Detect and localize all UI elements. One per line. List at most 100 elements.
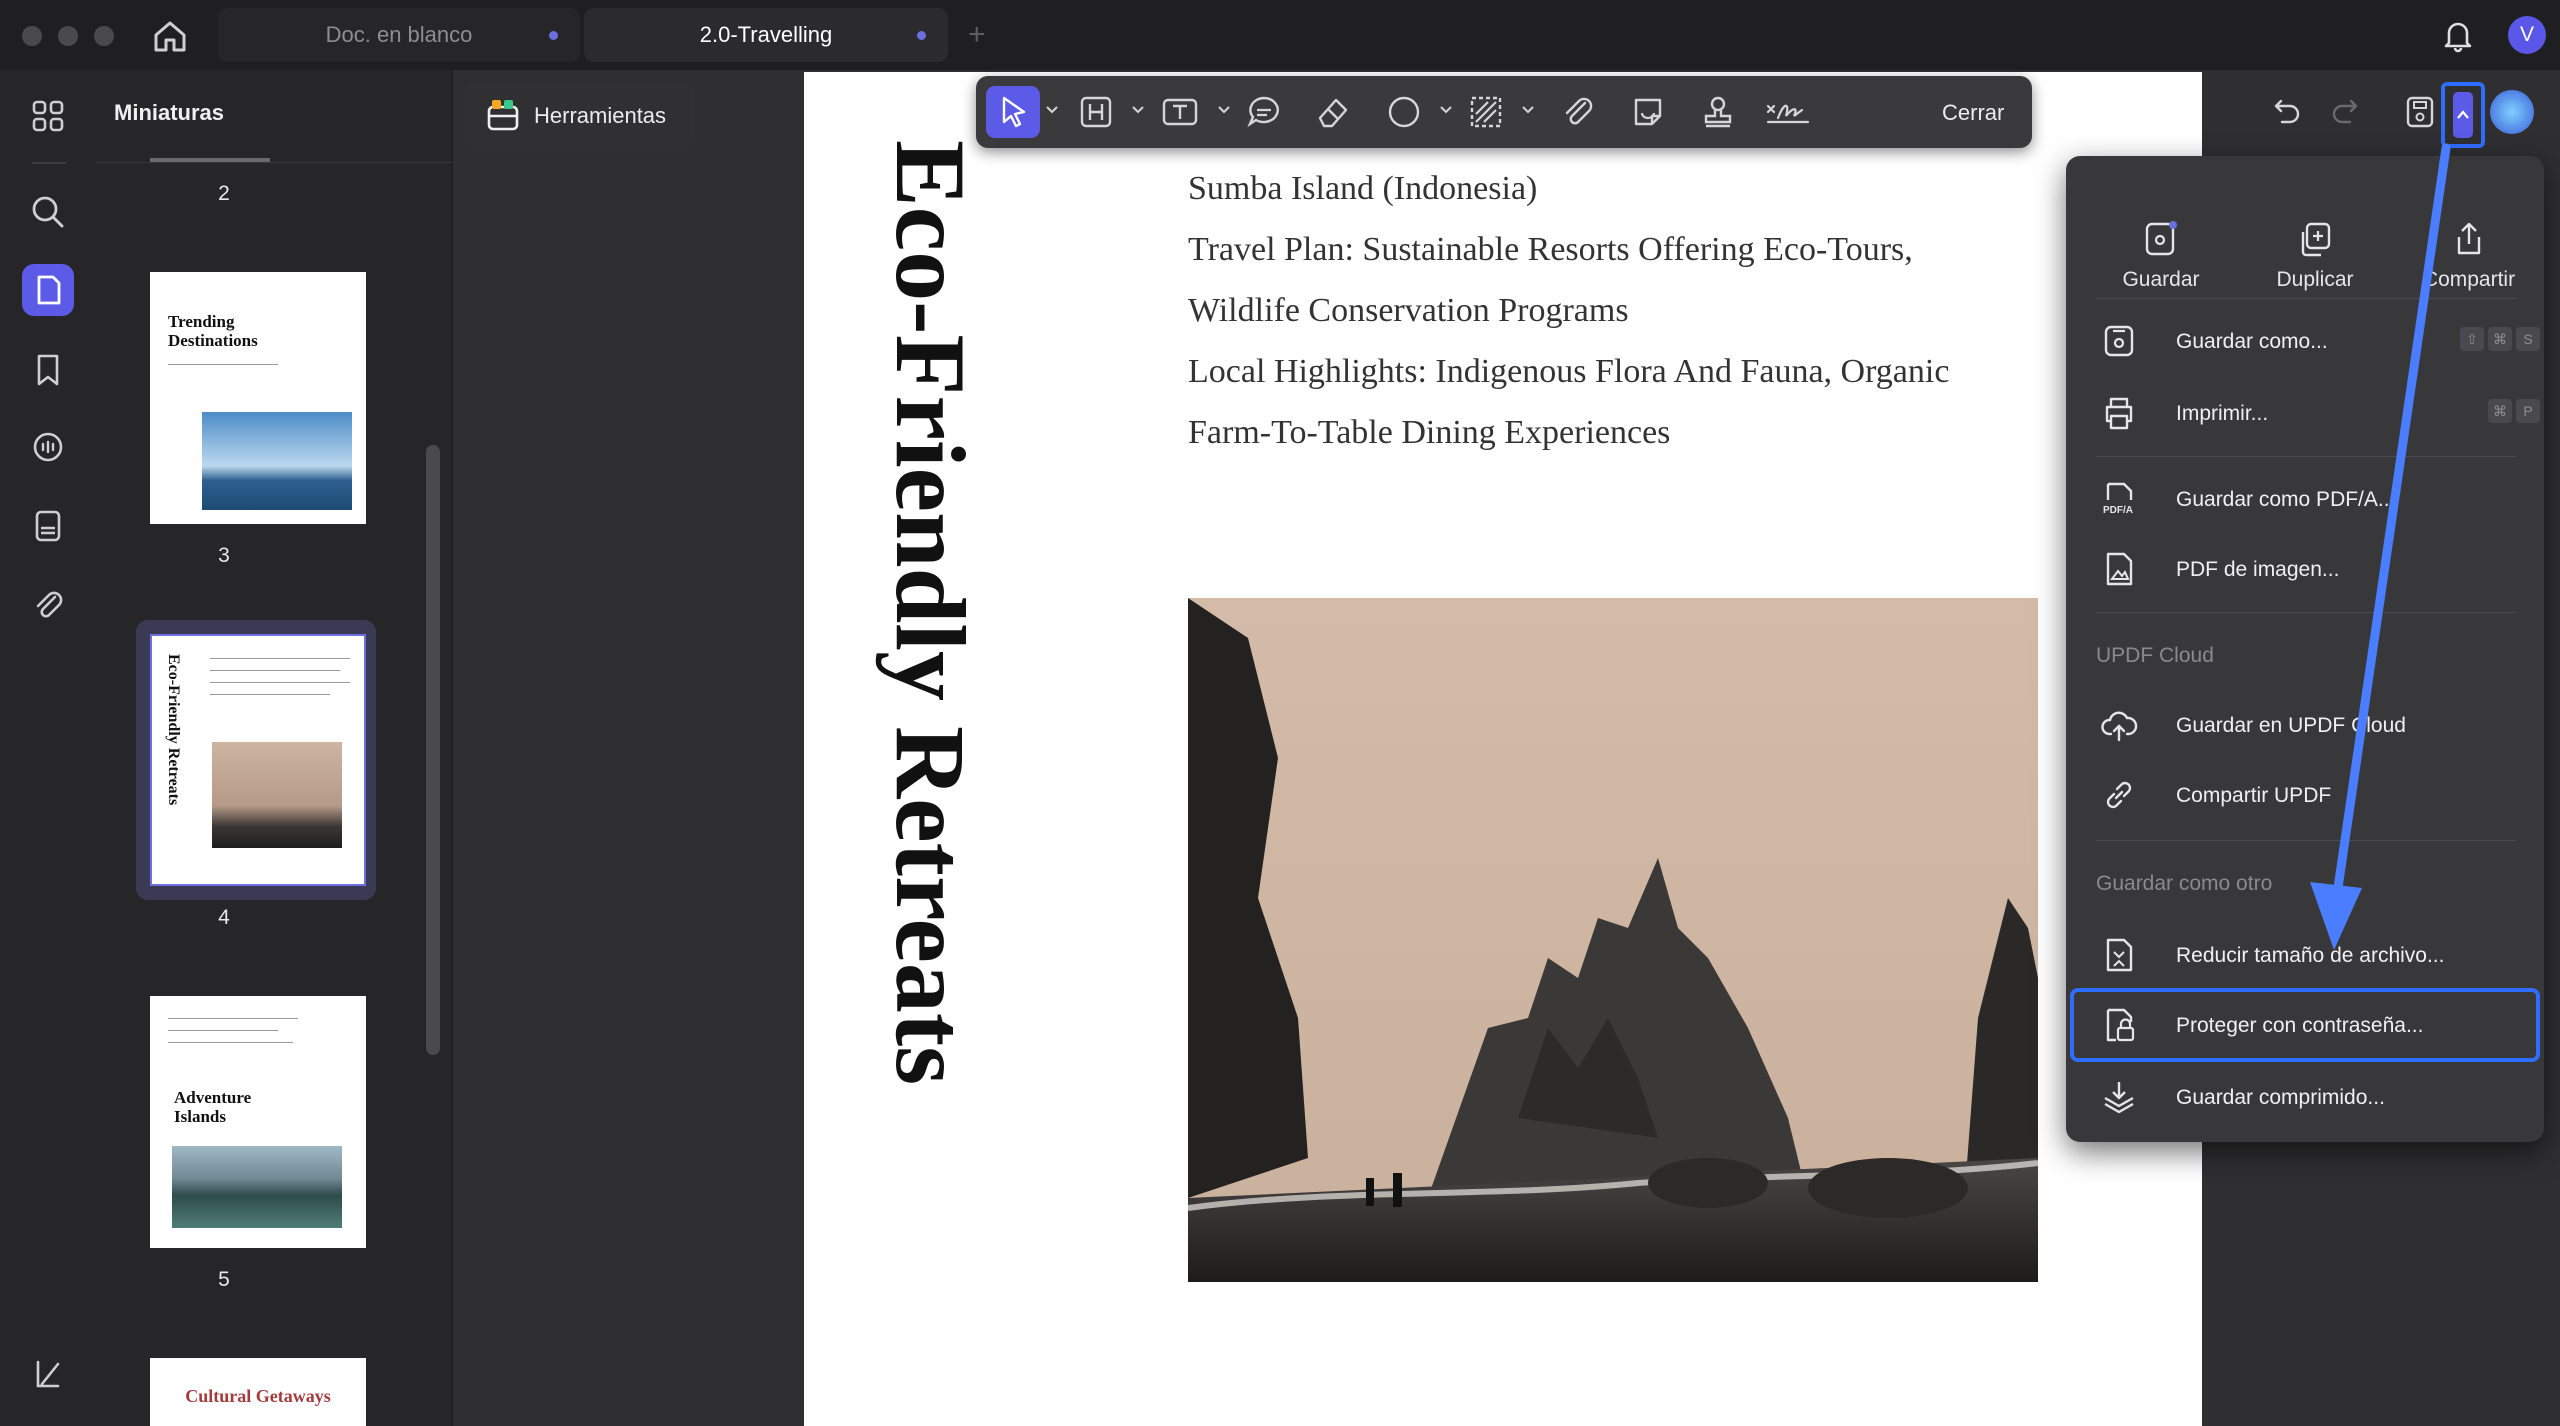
page-3-thumbnail[interactable]: Trending Destinations xyxy=(150,272,366,524)
menu-item-password-protect[interactable]: Proteger con contraseña... xyxy=(2070,988,2540,1062)
menu-item-label: Compartir UPDF xyxy=(2176,784,2332,807)
panel-title: Miniaturas xyxy=(114,100,225,125)
ai-assistant-icon[interactable] xyxy=(2490,90,2534,134)
zip-icon xyxy=(2104,1082,2134,1114)
menu-item-save-cloud[interactable]: Guardar en UPDF Cloud xyxy=(2090,694,2520,756)
highlight-icon[interactable] xyxy=(1076,92,1116,132)
bookmark-icon[interactable] xyxy=(28,350,68,390)
thumb-photo xyxy=(202,412,352,510)
text-box-icon[interactable] xyxy=(1160,92,1200,132)
page-icon xyxy=(37,275,61,305)
comment-icon[interactable] xyxy=(1244,92,1284,132)
thumb-photo xyxy=(212,742,342,848)
shape-circle-icon[interactable] xyxy=(1384,92,1424,132)
annotation-toolbar: Cerrar xyxy=(976,76,2032,148)
menu-item-save-compressed[interactable]: Guardar comprimido... xyxy=(2090,1066,2520,1128)
menu-item-label: Proteger con contraseña... xyxy=(2176,1014,2424,1037)
text-line: Wildlife Conservation Programs xyxy=(1188,292,1629,329)
page-5-thumbnail[interactable]: Adventure Islands xyxy=(150,996,366,1248)
eraser-icon[interactable] xyxy=(1312,92,1352,132)
menu-top-label: Duplicar xyxy=(2276,268,2354,291)
menu-item-reduce-size[interactable]: Reducir tamaño de archivo... xyxy=(2090,924,2520,986)
undo-icon[interactable] xyxy=(2264,92,2304,132)
page-4-thumbnail[interactable]: Eco-Friendly Retreats xyxy=(150,634,366,886)
comment-icon[interactable] xyxy=(28,428,68,468)
thumb-title: Cultural Getaways xyxy=(185,1386,331,1406)
menu-item-save-pdfa[interactable]: PDF/A Guardar como PDF/A... xyxy=(2090,468,2520,530)
link-icon xyxy=(2106,781,2132,809)
thumb-text-line xyxy=(210,658,350,659)
chevron-down-icon[interactable] xyxy=(1440,106,1452,114)
page-6-thumbnail[interactable]: Cultural Getaways xyxy=(150,1358,366,1426)
thumb-text-line xyxy=(210,682,350,683)
window-zoom-button[interactable] xyxy=(94,26,114,46)
save-icon[interactable] xyxy=(2400,92,2440,132)
chevron-down-icon[interactable] xyxy=(1522,106,1534,114)
home-icon[interactable] xyxy=(150,18,190,54)
page-2-thumb-edge[interactable] xyxy=(150,158,270,162)
menu-item-label: Imprimir... xyxy=(2176,402,2269,425)
save-options-toggle[interactable] xyxy=(2441,82,2485,148)
document-text: Sumba Island (Indonesia) Travel Plan: Su… xyxy=(1188,158,2048,463)
avatar[interactable]: V xyxy=(2508,16,2546,54)
page-number: 4 xyxy=(218,906,230,929)
tools-button[interactable]: Herramientas xyxy=(464,82,694,148)
redo-icon[interactable] xyxy=(2328,92,2368,132)
area-hatch-icon[interactable] xyxy=(1466,92,1506,132)
page-number: 2 xyxy=(218,182,230,205)
menu-item-print[interactable]: Imprimir... ⌘ P xyxy=(2090,382,2540,444)
thumb-text-line xyxy=(210,694,330,695)
save-options-button[interactable] xyxy=(2453,92,2473,138)
menu-item-label: Guardar como PDF/A... xyxy=(2176,488,2396,511)
layers-icon[interactable] xyxy=(28,1354,68,1394)
stamp-icon[interactable] xyxy=(1698,92,1738,132)
window-minimize-button[interactable] xyxy=(58,26,78,46)
menu-item-image-pdf[interactable]: PDF de imagen... xyxy=(2090,538,2520,600)
tab-label: Doc. en blanco xyxy=(325,22,473,47)
chevron-down-icon[interactable] xyxy=(1132,106,1144,114)
duplicate-icon xyxy=(2301,222,2331,257)
close-toolbar-button[interactable]: Cerrar xyxy=(1942,100,2004,126)
grid-icon[interactable] xyxy=(28,96,68,136)
unsaved-dot xyxy=(549,31,558,40)
text-line: Sumba Island (Indonesia) xyxy=(1188,170,1538,207)
signature-icon[interactable] xyxy=(1764,92,1812,132)
tab-travelling[interactable]: 2.0-Travelling xyxy=(584,8,948,62)
chevron-down-icon[interactable] xyxy=(1046,106,1058,114)
sticker-icon[interactable] xyxy=(1628,92,1668,132)
save-as-icon xyxy=(2104,325,2134,357)
search-icon[interactable] xyxy=(28,192,68,232)
menu-item-share-updf[interactable]: Compartir UPDF xyxy=(2090,764,2520,826)
text-line: Local Highlights: Indigenous Flora And F… xyxy=(1188,353,1950,390)
unsaved-dot xyxy=(917,31,926,40)
attachment-icon[interactable] xyxy=(28,584,68,624)
lock-icon xyxy=(2106,1008,2135,1042)
shortcut-key: P xyxy=(2516,399,2540,423)
bell-icon[interactable] xyxy=(2440,17,2476,53)
thumbnails-panel-button[interactable] xyxy=(22,264,74,316)
thumb-photo xyxy=(172,1146,342,1228)
menu-section-cloud: UPDF Cloud xyxy=(2096,644,2214,667)
menu-item-label: Guardar como... xyxy=(2176,330,2328,353)
thumb-vertical-title: Eco-Friendly Retreats xyxy=(165,654,182,806)
cursor-icon xyxy=(1002,96,1026,128)
share-icon xyxy=(2457,222,2481,255)
new-tab-icon[interactable]: + xyxy=(968,20,986,50)
text-line: Farm-To-Table Dining Experiences xyxy=(1188,414,1671,451)
attachment-icon[interactable] xyxy=(1558,92,1598,132)
thumbnails-scrollbar[interactable] xyxy=(426,445,440,1055)
cloud-upload-icon xyxy=(2101,711,2138,742)
window-close-button[interactable] xyxy=(22,26,42,46)
save-icon xyxy=(2145,221,2177,256)
menu-item-save-as[interactable]: Guardar como... ⇧ ⌘ S xyxy=(2090,310,2540,372)
form-icon[interactable] xyxy=(28,506,68,546)
select-tool-button[interactable] xyxy=(986,86,1040,138)
menu-item-label: Guardar comprimido... xyxy=(2176,1086,2385,1109)
thumb-text-line xyxy=(168,1018,298,1019)
printer-icon xyxy=(2105,397,2133,430)
shortcut-key: ⌘ xyxy=(2488,327,2512,351)
menu-item-label: Guardar en UPDF Cloud xyxy=(2176,714,2406,737)
tab-blank-doc[interactable]: Doc. en blanco xyxy=(218,8,580,62)
menu-divider xyxy=(2096,456,2516,457)
chevron-down-icon[interactable] xyxy=(1218,106,1230,114)
